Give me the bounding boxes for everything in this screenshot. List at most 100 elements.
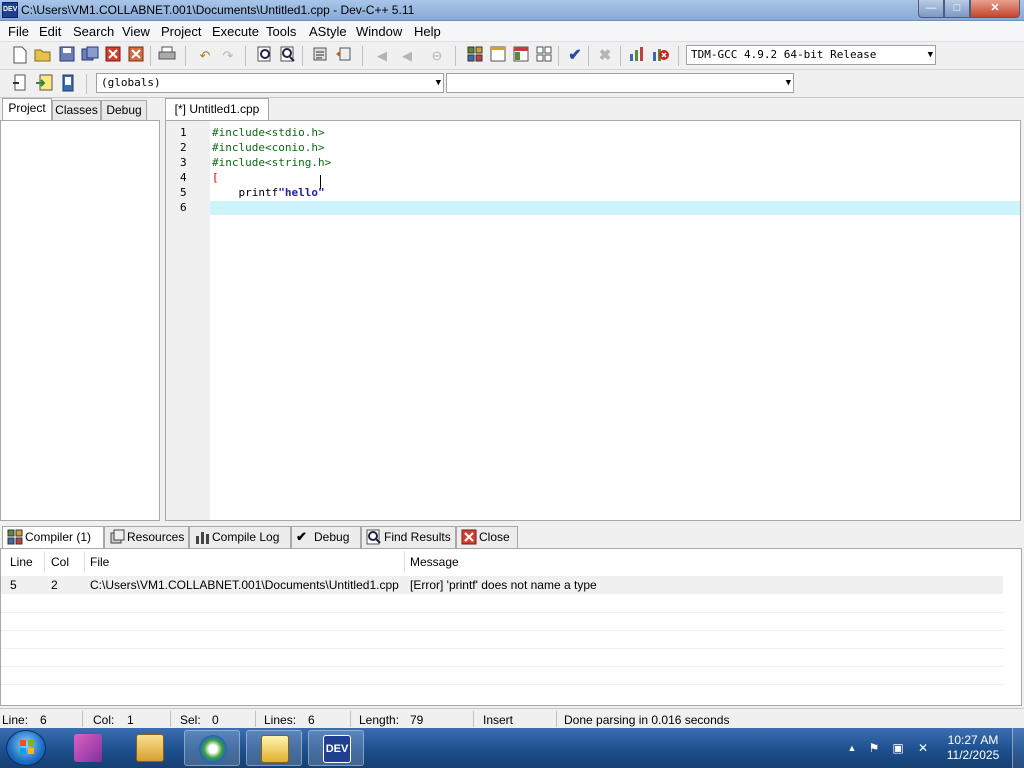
find-icon[interactable] bbox=[255, 46, 275, 66]
status-lines-label: Lines: bbox=[264, 713, 297, 727]
action-center-icon[interactable]: ⚑ bbox=[866, 740, 882, 756]
profile-icon[interactable] bbox=[627, 46, 647, 66]
delete-profile-icon[interactable] bbox=[650, 46, 670, 66]
show-desktop-button[interactable] bbox=[1012, 728, 1024, 768]
menu-search[interactable]: Search bbox=[73, 24, 114, 39]
tray-expand-icon[interactable]: ▲ bbox=[844, 740, 860, 756]
grid-icon bbox=[7, 529, 23, 549]
tab-compiler[interactable]: Compiler (1) bbox=[2, 526, 104, 548]
line-number-gutter bbox=[166, 121, 210, 520]
redo-icon[interactable]: ↷ bbox=[218, 46, 238, 66]
menu-execute[interactable]: Execute bbox=[212, 24, 259, 39]
tab-resources[interactable]: Resources bbox=[104, 526, 189, 548]
code-line: #include<stdio.h> bbox=[212, 126, 325, 139]
menu-astyle[interactable]: AStyle bbox=[309, 24, 347, 39]
header-message[interactable]: Message bbox=[410, 555, 459, 569]
tray-clock[interactable]: 10:27 AM 11/2/2025 bbox=[940, 733, 1006, 763]
toggle-bookmark-icon[interactable] bbox=[333, 46, 353, 66]
app-icon[interactable]: DEV bbox=[2, 2, 18, 18]
tab-label: Compile Log bbox=[212, 530, 280, 544]
header-line[interactable]: Line bbox=[10, 555, 33, 569]
menu-window[interactable]: Window bbox=[356, 24, 402, 39]
files-icon bbox=[261, 735, 289, 763]
taskbar-app-media[interactable] bbox=[60, 730, 116, 766]
taskbar-app-files[interactable] bbox=[246, 730, 302, 766]
grid-view-icon[interactable] bbox=[465, 46, 485, 66]
taskbar: DEV ▲ ⚑ ▣ ✕ 10:27 AM 11/2/2025 bbox=[0, 728, 1024, 768]
compiler-select[interactable]: TDM-GCC 4.9.2 64-bit Release ▼ bbox=[686, 45, 936, 65]
clock-date: 11/2/2025 bbox=[946, 748, 1000, 762]
status-line-label: Line: bbox=[2, 713, 29, 727]
start-button[interactable] bbox=[6, 730, 46, 766]
close-window-button[interactable]: ✕ bbox=[970, 0, 1020, 18]
goto-forward-icon[interactable]: ◀ bbox=[397, 46, 417, 66]
menu-bar: File Edit Search View Project Execute To… bbox=[0, 21, 1024, 42]
check-icon: ✔ bbox=[296, 529, 307, 544]
status-mode: Insert bbox=[483, 713, 514, 727]
header-col[interactable]: Col bbox=[51, 555, 69, 569]
maximize-button[interactable]: □ bbox=[944, 0, 970, 18]
windows-logo-icon bbox=[20, 740, 34, 754]
code-line: printf"hello" bbox=[212, 186, 324, 199]
tab-classes[interactable]: Classes bbox=[52, 100, 101, 120]
code-line: [ bbox=[212, 171, 219, 184]
goto-line-icon[interactable]: ⊖ bbox=[427, 46, 447, 66]
scope-select[interactable]: (globals) ▼ bbox=[96, 73, 444, 93]
minimize-button[interactable]: — bbox=[918, 0, 944, 18]
code-line: #include<conio.h> bbox=[212, 141, 325, 154]
code-editor[interactable]: 1 2 3 4 5 6 #include<stdio.h> #include<c… bbox=[165, 120, 1021, 521]
tile-icon[interactable] bbox=[534, 46, 554, 66]
tab-debug-output[interactable]: ✔ Debug bbox=[291, 526, 361, 548]
taskbar-app-browser[interactable] bbox=[184, 730, 240, 766]
code-line: #include<string.h> bbox=[212, 156, 332, 169]
close-file-icon[interactable] bbox=[103, 46, 123, 66]
close-all-icon[interactable] bbox=[126, 46, 146, 66]
comment-icon[interactable] bbox=[58, 74, 78, 94]
tab-find-results[interactable]: Find Results bbox=[361, 526, 456, 548]
new-file-icon[interactable] bbox=[10, 46, 30, 66]
clock-time: 10:27 AM bbox=[947, 733, 999, 747]
symbol-select[interactable]: ▼ bbox=[446, 73, 794, 93]
line-number: 1 bbox=[180, 126, 187, 139]
taskbar-app-explorer[interactable] bbox=[122, 730, 178, 766]
line-number: 3 bbox=[180, 156, 187, 169]
menu-file[interactable]: File bbox=[8, 24, 29, 39]
header-file[interactable]: File bbox=[90, 555, 109, 569]
tab-project[interactable]: Project bbox=[2, 98, 52, 120]
tab-label: Compiler (1) bbox=[25, 530, 92, 544]
check-syntax-icon[interactable]: ✔ bbox=[565, 46, 585, 66]
volume-muted-icon[interactable]: ✕ bbox=[915, 740, 931, 756]
table-row[interactable]: 5 2 C:\Users\VM1.COLLABNET.001\Documents… bbox=[1, 576, 1003, 594]
folder-icon bbox=[136, 734, 164, 762]
undo-icon[interactable]: ↶ bbox=[195, 46, 215, 66]
tab-compile-log[interactable]: Compile Log bbox=[189, 526, 291, 548]
scope-select-value: (globals) bbox=[101, 76, 161, 89]
project-browser[interactable] bbox=[0, 120, 160, 521]
goto-declaration-icon[interactable] bbox=[34, 74, 54, 94]
menu-edit[interactable]: Edit bbox=[39, 24, 61, 39]
window-icon[interactable] bbox=[488, 46, 508, 66]
save-icon[interactable] bbox=[57, 46, 77, 66]
menu-help[interactable]: Help bbox=[414, 24, 441, 39]
network-icon[interactable]: ▣ bbox=[890, 740, 906, 756]
stop-execution-icon[interactable]: ✖ bbox=[595, 46, 615, 66]
print-icon[interactable] bbox=[157, 46, 177, 66]
save-all-icon[interactable] bbox=[80, 46, 100, 66]
insert-icon[interactable] bbox=[10, 74, 30, 94]
replace-icon[interactable] bbox=[278, 46, 298, 66]
line-number: 2 bbox=[180, 141, 187, 154]
menu-tools[interactable]: Tools bbox=[266, 24, 296, 39]
tab-untitled1[interactable]: [*] Untitled1.cpp bbox=[165, 98, 269, 120]
open-file-icon[interactable] bbox=[33, 46, 53, 66]
bottom-panel-tabs: Compiler (1) Resources Compile Log ✔ Deb… bbox=[0, 526, 1024, 548]
taskbar-app-devcpp[interactable]: DEV bbox=[308, 730, 364, 766]
goto-back-icon[interactable]: ◀ bbox=[372, 46, 392, 66]
menu-view[interactable]: View bbox=[122, 24, 150, 39]
menu-project[interactable]: Project bbox=[161, 24, 201, 39]
status-line-value: 6 bbox=[40, 713, 47, 727]
layout-icon[interactable] bbox=[511, 46, 531, 66]
indent-icon[interactable] bbox=[310, 46, 330, 66]
tab-close[interactable]: Close bbox=[456, 526, 518, 548]
resources-icon bbox=[109, 529, 125, 549]
tab-debug[interactable]: Debug bbox=[101, 100, 147, 120]
